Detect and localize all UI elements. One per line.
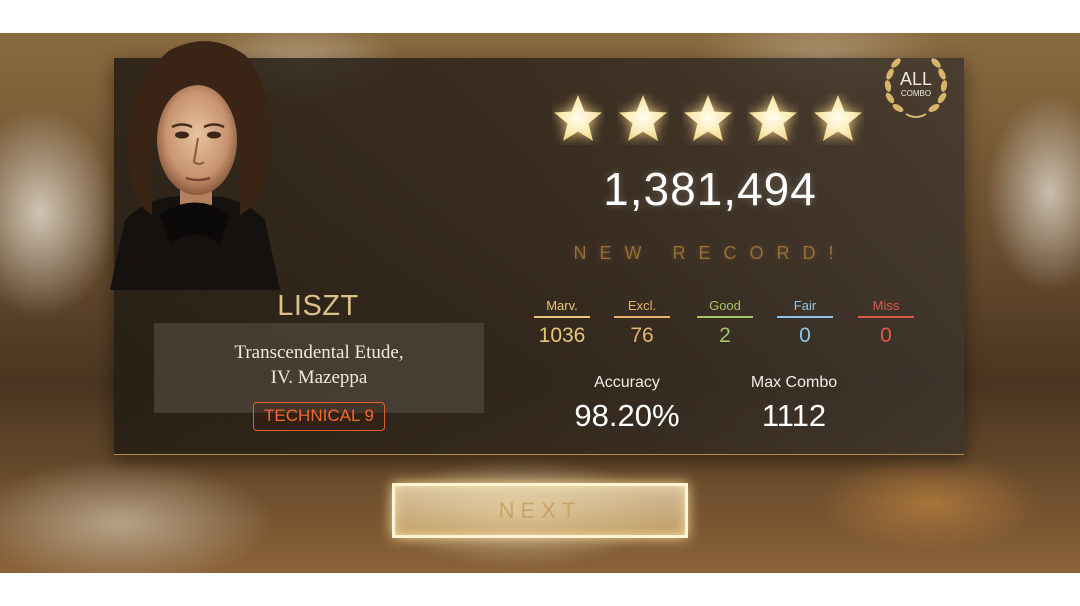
judgement-value: 1036 xyxy=(538,324,586,347)
badge-line2: COMBO xyxy=(901,89,931,98)
judgement-excellent: Excl. 76 xyxy=(614,298,670,348)
judgement-value: 2 xyxy=(719,324,731,347)
judgement-marvelous: Marv. 1036 xyxy=(534,298,590,348)
next-button[interactable]: NEXT xyxy=(392,483,688,538)
judgement-label: Fair xyxy=(777,298,833,318)
judgement-label: Marv. xyxy=(534,298,590,318)
badge-line1: ALL xyxy=(900,69,932,89)
judgement-miss: Miss 0 xyxy=(858,298,914,348)
judgement-label: Excl. xyxy=(614,298,670,318)
star-icon xyxy=(684,95,732,141)
accuracy-value: 98.20% xyxy=(574,398,680,433)
judgement-label: Miss xyxy=(858,298,914,318)
judgement-fair: Fair 0 xyxy=(777,298,833,348)
song-title-line2: IV. Mazeppa xyxy=(270,367,368,388)
judgement-label: Good xyxy=(697,298,753,318)
max-combo-label: Max Combo xyxy=(750,374,838,391)
song-title: Transcendental Etude, IV. Mazeppa xyxy=(154,340,484,390)
star-rating xyxy=(552,93,867,145)
all-combo-badge: ALL COMBO xyxy=(884,58,948,118)
new-record-label: NEW RECORD! xyxy=(573,243,847,263)
score-value: 1,381,494 xyxy=(603,163,817,215)
judgement-value: 0 xyxy=(880,324,892,347)
judgement-good: Good 2 xyxy=(697,298,753,348)
composer-name: LISZT xyxy=(277,290,359,322)
song-title-line1: Transcendental Etude, xyxy=(234,342,404,363)
star-icon xyxy=(619,95,667,141)
star-icon xyxy=(749,95,797,141)
judgement-value: 76 xyxy=(630,324,654,347)
star-icon xyxy=(814,95,862,141)
accuracy-label: Accuracy xyxy=(594,374,660,391)
max-combo-value: 1112 xyxy=(761,398,827,433)
judgement-value: 0 xyxy=(799,324,811,347)
composer-portrait xyxy=(110,41,280,290)
star-icon xyxy=(554,95,602,141)
difficulty-badge: TECHNICAL 9 xyxy=(253,402,385,431)
